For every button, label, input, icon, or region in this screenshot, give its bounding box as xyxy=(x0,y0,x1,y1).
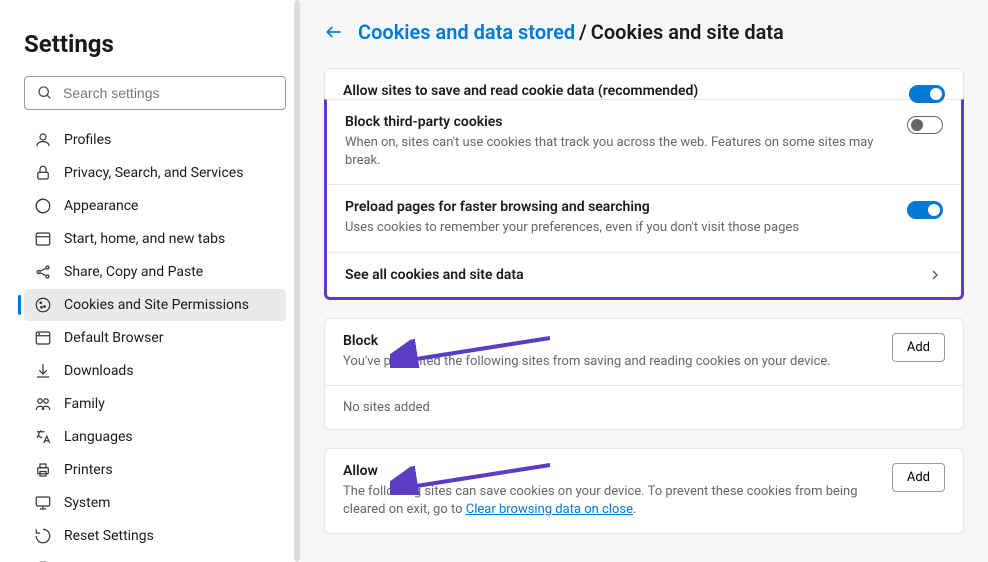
block-empty-state: No sites added xyxy=(325,385,963,429)
allow-add-button[interactable]: Add xyxy=(892,463,945,492)
search-container[interactable] xyxy=(24,76,286,110)
sidebar-item-label: Appearance xyxy=(64,198,138,214)
see-all-cookies-link[interactable]: See all cookies and site data xyxy=(327,253,961,297)
allow-cookies-toggle[interactable] xyxy=(909,85,945,103)
block-third-party-toggle[interactable] xyxy=(907,116,943,134)
sidebar-item-appearance[interactable]: Appearance xyxy=(24,190,286,222)
allow-desc-post: . xyxy=(633,502,636,517)
browser-icon xyxy=(34,329,52,347)
system-icon xyxy=(34,494,52,512)
sidebar-item-system[interactable]: System xyxy=(24,487,286,519)
cookie-icon xyxy=(34,296,52,314)
main-content: Cookies and data stored / Cookies and si… xyxy=(300,0,988,562)
block-section-card: Block You've prevented the following sit… xyxy=(324,318,964,430)
reset-icon xyxy=(34,527,52,545)
block-section-desc: You've prevented the following sites fro… xyxy=(343,353,878,371)
sidebar-item-family[interactable]: Family xyxy=(24,388,286,420)
breadcrumb: Cookies and data stored / Cookies and si… xyxy=(324,20,964,44)
share-icon xyxy=(34,263,52,281)
sidebar-item-label: Printers xyxy=(64,462,113,478)
preload-desc: Uses cookies to remember your preference… xyxy=(345,219,907,237)
preload-title: Preload pages for faster browsing and se… xyxy=(345,199,907,215)
sidebar-item-label: Privacy, Search, and Services xyxy=(64,165,243,181)
block-section-header: Block You've prevented the following sit… xyxy=(325,319,963,385)
language-icon xyxy=(34,428,52,446)
settings-sidebar: Settings Profiles Privacy, Search, and Se… xyxy=(0,0,300,562)
sidebar-item-window[interactable]: Start, home, and new tabs xyxy=(24,223,286,255)
sidebar-item-printer[interactable]: Printers xyxy=(24,454,286,486)
sidebar-item-label: Reset Settings xyxy=(64,528,154,544)
sidebar-item-profile[interactable]: Profiles xyxy=(24,124,286,156)
sidebar-item-reset[interactable]: Reset Settings xyxy=(24,520,286,552)
block-third-party-desc: When on, sites can't use cookies that tr… xyxy=(345,134,907,170)
chevron-right-icon xyxy=(927,267,943,283)
nav-list: Profiles Privacy, Search, and Services App… xyxy=(24,124,286,562)
download-icon xyxy=(34,362,52,380)
sidebar-item-label: Share, Copy and Paste xyxy=(64,264,203,280)
allow-section-header: Allow The following sites can save cooki… xyxy=(325,449,963,533)
breadcrumb-parent-link[interactable]: Cookies and data stored xyxy=(358,20,575,44)
sidebar-item-label: Start, home, and new tabs xyxy=(64,231,225,247)
sidebar-item-lock[interactable]: Privacy, Search, and Services xyxy=(24,157,286,189)
sidebar-item-label: Languages xyxy=(64,429,133,445)
block-third-party-row: Block third-party cookies When on, sites… xyxy=(327,100,961,185)
highlighted-settings-card: Block third-party cookies When on, sites… xyxy=(324,99,964,300)
sidebar-item-label: Family xyxy=(64,396,105,412)
block-third-party-title: Block third-party cookies xyxy=(345,114,907,130)
search-icon xyxy=(37,85,53,101)
sidebar-item-cookie[interactable]: Cookies and Site Permissions xyxy=(24,289,286,321)
sidebar-item-language[interactable]: Languages xyxy=(24,421,286,453)
sidebar-item-label: Cookies and Site Permissions xyxy=(64,297,249,313)
lock-icon xyxy=(34,164,52,182)
sidebar-item-phone[interactable]: Phone and Other Devices xyxy=(24,553,286,562)
allow-section-desc: The following sites can save cookies on … xyxy=(343,483,878,519)
clear-browsing-data-link[interactable]: Clear browsing data on close xyxy=(466,502,633,517)
sidebar-item-label: Profiles xyxy=(64,132,111,148)
see-all-cookies-title: See all cookies and site data xyxy=(345,267,524,283)
profile-icon xyxy=(34,131,52,149)
sidebar-item-download[interactable]: Downloads xyxy=(24,355,286,387)
preload-toggle[interactable] xyxy=(907,201,943,219)
window-icon xyxy=(34,230,52,248)
breadcrumb-separator: / xyxy=(579,20,587,44)
allow-cookies-title: Allow sites to save and read cookie data… xyxy=(343,83,909,99)
back-arrow-icon[interactable] xyxy=(324,22,344,42)
allow-section-title: Allow xyxy=(343,463,878,479)
family-icon xyxy=(34,395,52,413)
block-section-title: Block xyxy=(343,333,878,349)
block-add-button[interactable]: Add xyxy=(892,333,945,362)
preload-row: Preload pages for faster browsing and se… xyxy=(327,185,961,252)
breadcrumb-current: Cookies and site data xyxy=(591,20,784,44)
sidebar-item-label: Downloads xyxy=(64,363,134,379)
sidebar-item-label: System xyxy=(64,495,110,511)
settings-title: Settings xyxy=(24,30,286,58)
appearance-icon xyxy=(34,197,52,215)
sidebar-item-browser[interactable]: Default Browser xyxy=(24,322,286,354)
search-input[interactable] xyxy=(63,85,273,101)
sidebar-item-label: Default Browser xyxy=(64,330,164,346)
printer-icon xyxy=(34,461,52,479)
allow-section-card: Allow The following sites can save cooki… xyxy=(324,448,964,534)
sidebar-item-share[interactable]: Share, Copy and Paste xyxy=(24,256,286,288)
